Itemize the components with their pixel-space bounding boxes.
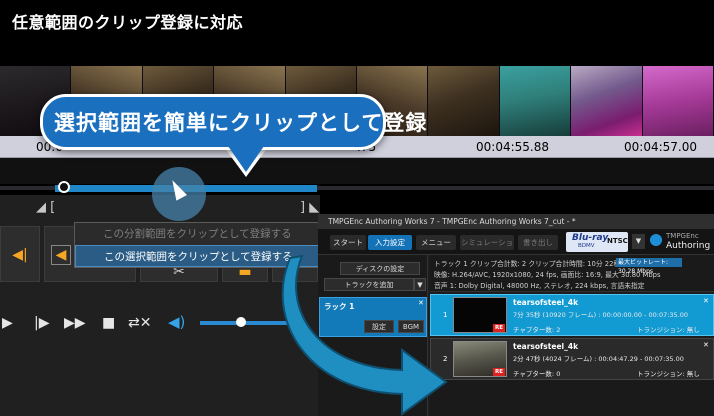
- prev-mark-icon: ◀|: [12, 247, 28, 263]
- control-button[interactable]: ◀|: [0, 226, 40, 282]
- clip-name: tearsofsteel_4k: [513, 342, 579, 351]
- format-dropdown-icon[interactable]: ▼: [632, 234, 645, 249]
- max-bitrate-badge: 最大ビットレート: 30.28 Mbps: [616, 258, 682, 275]
- filmstrip-frame: [499, 66, 572, 136]
- re-badge: RE: [493, 368, 505, 376]
- repeat-off-icon[interactable]: ⇄✕: [128, 315, 151, 331]
- clip-duration: 2分 47秒 (4024 フレーム) : 00:04:47.29 - 00:07…: [513, 355, 684, 363]
- video-info: 映像: H.264/AVC, 1920x1080, 24 fps, 画面比: 1…: [434, 271, 661, 279]
- tab-output[interactable]: 書き出し: [518, 235, 558, 250]
- re-badge: RE: [493, 324, 505, 332]
- volume-slider-knob[interactable]: [236, 317, 246, 327]
- playhead-handle[interactable]: [58, 181, 70, 193]
- format-logo: Blu-ray: [572, 233, 609, 243]
- clip-transition: トランジション: 無し: [637, 326, 700, 334]
- close-icon[interactable]: ✕: [703, 341, 709, 349]
- filmstrip-frame: [428, 66, 500, 136]
- clip-duration: 7分 35秒 (10920 フレーム) : 00:00:00.00 - 00:0…: [513, 311, 689, 319]
- timecode-label: 00:04:57.00: [624, 140, 697, 154]
- tab-menu[interactable]: メニュー: [416, 235, 456, 250]
- clip-item[interactable]: 2 RE tearsofsteel_4k 2分 47秒 (4024 フレーム) …: [430, 338, 714, 380]
- callout-text: 選択範囲を簡単にクリップとして登録: [54, 111, 428, 135]
- tab-start[interactable]: スタート: [330, 235, 366, 250]
- clip-chapters: チャプター数: 0: [513, 370, 561, 378]
- fast-forward-icon[interactable]: ▶▶: [64, 315, 86, 331]
- tab-input-settings[interactable]: 入力設定: [368, 235, 412, 250]
- timecode-label: 00:04:55.88: [476, 140, 549, 154]
- filmstrip-frame: [642, 66, 714, 136]
- brand-logo-icon: [650, 234, 662, 246]
- clip-list-empty-area: [430, 380, 714, 416]
- clip-chapters: チャプター数: 2: [513, 326, 561, 334]
- stop-icon[interactable]: ■: [102, 315, 115, 331]
- range-end-marker-icon[interactable]: ] ◣: [300, 200, 319, 215]
- brand-line2: Authoring: [666, 241, 711, 251]
- step-forward-icon[interactable]: |▶: [34, 315, 49, 331]
- page-title: 任意範囲のクリップ登録に対応: [12, 13, 244, 32]
- tab-simulation[interactable]: シミュレーション: [460, 235, 514, 262]
- page-header: 任意範囲のクリップ登録に対応: [0, 0, 714, 40]
- close-icon[interactable]: ✕: [703, 297, 709, 305]
- track-summary: トラック 1 クリップ合計数: 2 クリップ合計時間: 10分 22秒: [434, 260, 621, 268]
- curved-arrow-icon: [281, 254, 448, 416]
- brand-logo: TMPGEnc Authoring: [650, 232, 712, 252]
- range-start-marker-icon[interactable]: ◢ [: [36, 200, 55, 215]
- brand-line1: TMPGEnc: [666, 232, 699, 240]
- audio-info: 音声 1: Dolby Digital, 48000 Hz, ステレオ, 224…: [434, 282, 645, 290]
- filmstrip-frame: [571, 66, 643, 136]
- clip-item[interactable]: 1 RE tearsofsteel_4k 7分 35秒 (10920 フレーム)…: [430, 294, 714, 336]
- clip-transition: トランジション: 無し: [637, 370, 700, 378]
- menu-item-register-split-range[interactable]: この分割範囲をクリップとして登録する: [75, 223, 329, 245]
- play-icon[interactable]: ▶: [2, 315, 13, 331]
- clip-name: tearsofsteel_4k: [513, 298, 579, 307]
- authoring-window-title: TMPGEnc Authoring Works 7 - TMPGEnc Auth…: [318, 214, 714, 229]
- format-standard: NTSC: [607, 237, 628, 245]
- format-sub: BDMV: [578, 243, 595, 249]
- set-start-icon: ◀: [51, 245, 71, 265]
- timeline-bar: [0, 158, 714, 184]
- callout-tail: [228, 146, 264, 172]
- volume-icon[interactable]: ◀): [168, 313, 185, 331]
- format-selector[interactable]: Blu-ray BDMV NTSC: [566, 232, 628, 252]
